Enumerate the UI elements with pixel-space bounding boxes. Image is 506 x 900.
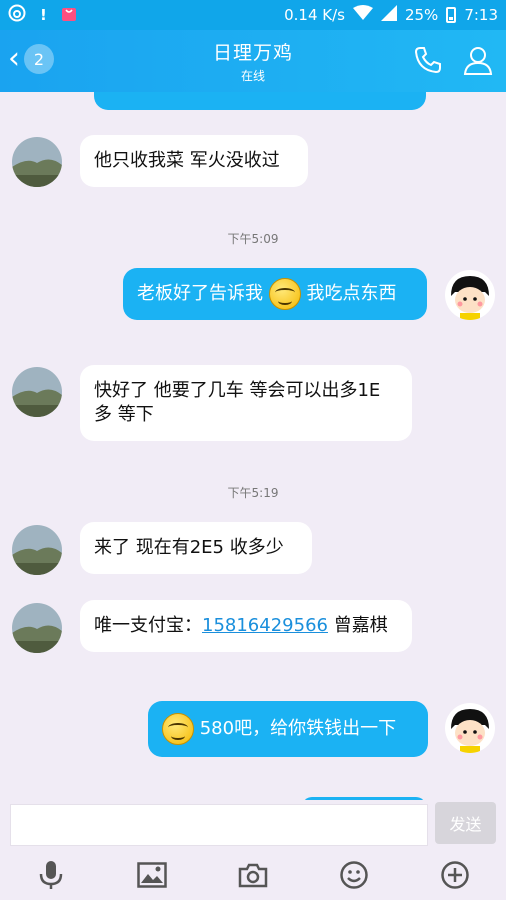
chat-header: ‹ 2 日理万鸡 在线 [0, 30, 506, 92]
message-bubble[interactable]: 快好了 他要了几车 等会可以出多1E多 等下 [80, 365, 412, 441]
network-speed: 0.14 K/s [284, 6, 345, 24]
phone-link[interactable]: 15816429566 [202, 615, 328, 636]
self-avatar[interactable] [445, 270, 495, 320]
composer: 发送 [0, 800, 506, 850]
message-text: 老板好了告诉我 [137, 283, 263, 304]
image-icon[interactable] [132, 855, 172, 895]
message-bubble-self[interactable]: 老板好了告诉我 我吃点东西 [123, 268, 427, 320]
netease-music-icon [8, 4, 26, 26]
message-bubble[interactable]: 唯一支付宝：15816429566 曾嘉棋 [80, 600, 412, 652]
shopping-bag-icon [61, 4, 77, 26]
self-avatar[interactable] [445, 703, 495, 753]
message-list[interactable]: 他只收我菜 军火没收过 下午5:09 老板好了告诉我 我吃点东西 快好了 他要了… [0, 92, 506, 800]
microphone-icon[interactable] [31, 855, 71, 895]
contact-avatar[interactable] [12, 367, 62, 417]
timestamp: 下午5:19 [227, 486, 279, 500]
message-bubble[interactable]: 他只收我菜 军火没收过 [80, 135, 308, 187]
alert-icon: ! [40, 6, 47, 24]
clock: 7:13 [464, 6, 498, 24]
smile-icon [268, 278, 301, 310]
message-text: 580吧，给你铁钱出一下 [199, 718, 397, 739]
profile-icon[interactable] [462, 44, 494, 80]
emoji-icon[interactable] [334, 855, 374, 895]
camera-icon[interactable] [233, 855, 273, 895]
message-text: 唯一支付宝： [94, 615, 202, 636]
signal-icon [380, 5, 397, 25]
phone-icon[interactable] [412, 44, 444, 80]
timestamp: 下午5:09 [227, 232, 279, 246]
contact-avatar[interactable] [12, 525, 62, 575]
status-bar: ! 0.14 K/s 25% 7:13 [0, 0, 506, 30]
message-text: 快好了 他要了几车 等会可以出多1E多 等下 [94, 380, 381, 425]
composer-toolbar [0, 850, 506, 900]
send-button[interactable]: 发送 [435, 802, 496, 844]
battery-percent: 25% [404, 6, 439, 24]
battery-icon [446, 7, 457, 23]
plus-icon[interactable] [435, 855, 475, 895]
message-bubble-partial [94, 92, 426, 110]
contact-avatar[interactable] [12, 137, 62, 187]
message-text: 来了 现在有2E5 收多少 [94, 537, 284, 558]
message-text: 他只收我菜 军火没收过 [94, 150, 280, 171]
message-input[interactable] [10, 804, 428, 846]
contact-avatar[interactable] [12, 603, 62, 653]
wifi-icon [352, 5, 373, 25]
message-bubble[interactable]: 来了 现在有2E5 收多少 [80, 522, 312, 574]
message-text: 曾嘉棋 [327, 615, 388, 636]
message-bubble-self[interactable]: 580吧，给你铁钱出一下 [148, 701, 428, 757]
message-text: 我吃点东西 [306, 283, 397, 304]
smile-icon [162, 713, 194, 745]
